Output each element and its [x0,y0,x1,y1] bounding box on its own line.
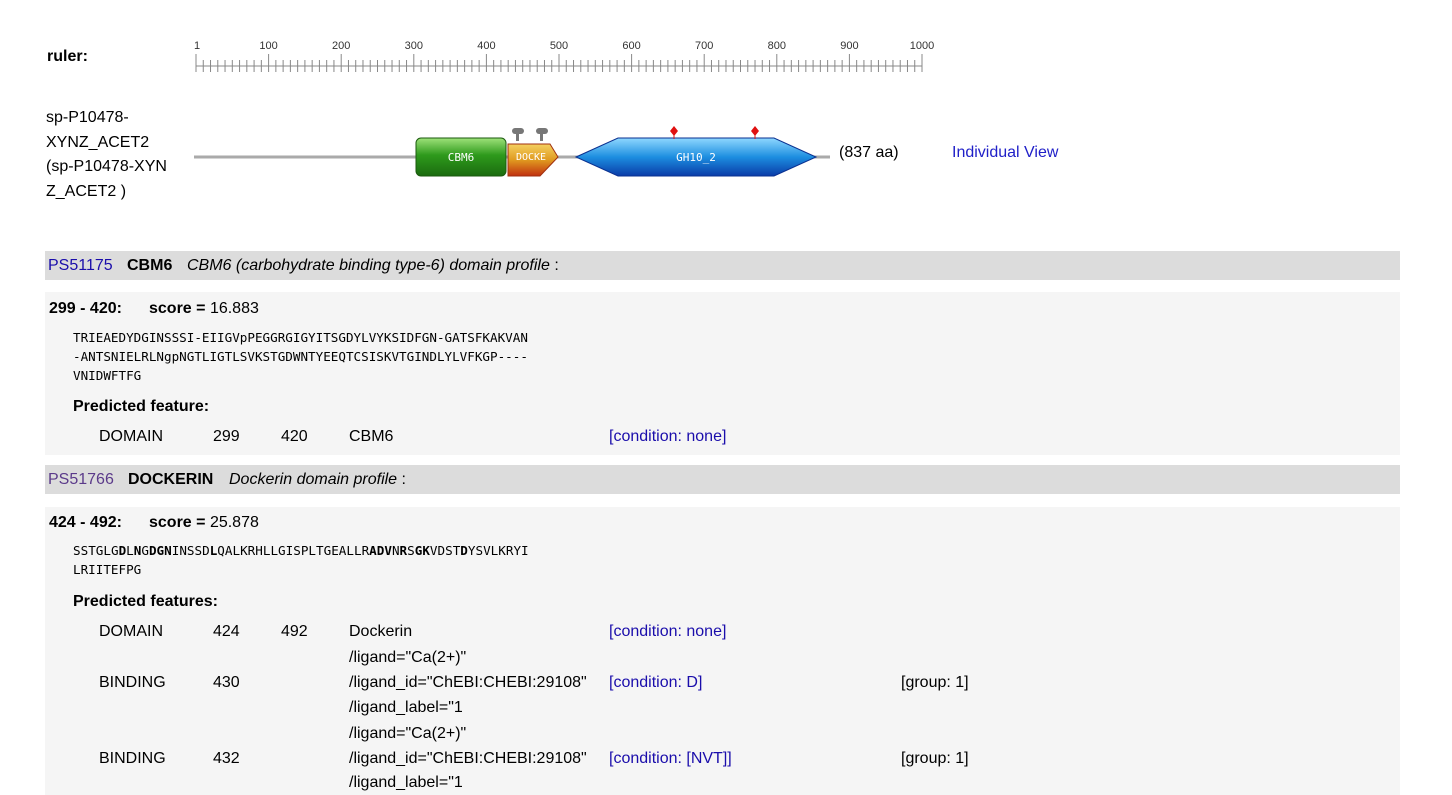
sequence-length: (837 aa) [839,144,899,161]
hit-range: 424 - 492: [49,514,122,531]
feature-condition-link[interactable]: [condition: none] [609,428,726,446]
accession-link[interactable]: PS51766 [48,471,114,488]
feature-start: 424 [213,623,240,640]
site-marker-icon [670,126,759,139]
feature-condition-link[interactable]: [condition: none] [609,623,726,641]
feature-start: 299 [213,428,240,445]
hit-score: score = 25.878 [149,514,259,531]
hit-name: CBM6 [127,257,173,274]
feature-ligand-label: /ligand_label="1 [349,774,463,791]
domain-label: CBM6 [448,151,475,164]
feature-condition-link[interactable]: [condition: [NVT]] [609,750,732,768]
sequence-name-line: (sp-P10478-XYN [46,158,167,175]
hit-description: Dockerin domain profile : [229,471,406,488]
feature-start: 430 [213,674,240,691]
domain-label: DOCKE [516,152,546,163]
domain-cbm6[interactable]: CBM6 [415,137,507,177]
ruler-label: ruler: [47,48,88,65]
sequence-name: sp-P10478- XYNZ_ACET2 (sp-P10478-XYN Z_A… [46,106,186,204]
domain-label: GH10_2 [676,151,716,164]
ruler-tick-label: 100 [259,40,277,52]
ruler-tick-label: 900 [840,40,858,52]
hit-range: 299 - 420: [49,300,122,317]
hit-sequence: TRIEAEDYDGINSSSI-EIIGVpPEGGRGIGYITSGDYLV… [73,330,528,383]
feature-group: [group: 1] [901,750,969,767]
feature-group: [group: 1] [901,674,969,691]
domain-gh10-2[interactable]: GH10_2 [574,126,818,177]
feature-type: DOMAIN [99,623,163,640]
hit-header-cbm6: PS51175 CBM6 CBM6 (carbohydrate binding … [45,251,1400,280]
feature-ligand-id: /ligand_id="ChEBI:CHEBI:29108" [349,674,587,691]
hit-sequence: SSTGLGDLNGDGNINSSDLQALKRHLLGISPLTGEALLRA… [73,543,529,577]
ruler-tick-label: 1000 [910,40,934,52]
feature-ligand-label: /ligand_label="1 [349,699,463,716]
sequence-name-line: XYNZ_ACET2 [46,133,150,151]
ruler-tick-label: 700 [695,40,713,52]
ruler-tick-label: 200 [332,40,350,52]
hit-description: CBM6 (carbohydrate binding type-6) domai… [187,257,559,274]
hit-panel-cbm6: 299 - 420: score = 16.883 TRIEAEDYDGINSS… [45,292,1400,455]
hit-panel-dockerin: 424 - 492: score = 25.878 SSTGLGDLNGDGNI… [45,507,1400,795]
ruler-tick-label: 800 [768,40,786,52]
ruler-tick-label: 1 [194,40,200,52]
hit-score: score = 16.883 [149,300,259,317]
feature-end: 492 [281,623,308,640]
individual-view-link[interactable]: Individual View [952,144,1058,162]
ruler-tick-label: 600 [622,40,640,52]
ruler-tick-label: 300 [405,40,423,52]
feature-condition-link[interactable]: [condition: D] [609,674,702,692]
feature-type: BINDING [99,750,166,767]
feature-ligand-id: /ligand_id="ChEBI:CHEBI:29108" [349,750,587,767]
domain-dockerin[interactable]: DOCKE [507,128,559,177]
sequence-name-line: Z_ACET2 ) [46,182,127,200]
feature-type: DOMAIN [99,428,163,445]
predicted-features-label: Predicted features: [73,593,218,610]
feature-description: CBM6 [349,428,394,445]
hit-header-dockerin: PS51766 DOCKERIN Dockerin domain profile… [45,465,1400,494]
feature-start: 432 [213,750,240,767]
hit-name: DOCKERIN [128,471,214,488]
ruler-tick-label: 500 [550,40,568,52]
pin-icon [512,128,548,141]
accession-link[interactable]: PS51175 [48,257,113,274]
feature-ligand: /ligand="Ca(2+)" [349,649,467,666]
sequence-name-line: sp-P10478- [46,109,129,126]
predicted-feature-label: Predicted feature: [73,398,210,415]
feature-type: BINDING [99,674,166,691]
ruler-tick-label: 400 [477,40,495,52]
protein-domain-graphic: CBM6 DOCKE GH10_2 [194,126,830,177]
feature-end: 420 [281,428,308,445]
feature-ligand: /ligand="Ca(2+)" [349,725,467,742]
ruler-graphic: 1 100 200 300 400 500 600 700 800 900 1000 [194,40,934,72]
feature-description: Dockerin [349,623,413,640]
hit-sequence-line: SSTGLGDLNGDGNINSSDLQALKRHLLGISPLTGEALLRA… [73,543,529,558]
